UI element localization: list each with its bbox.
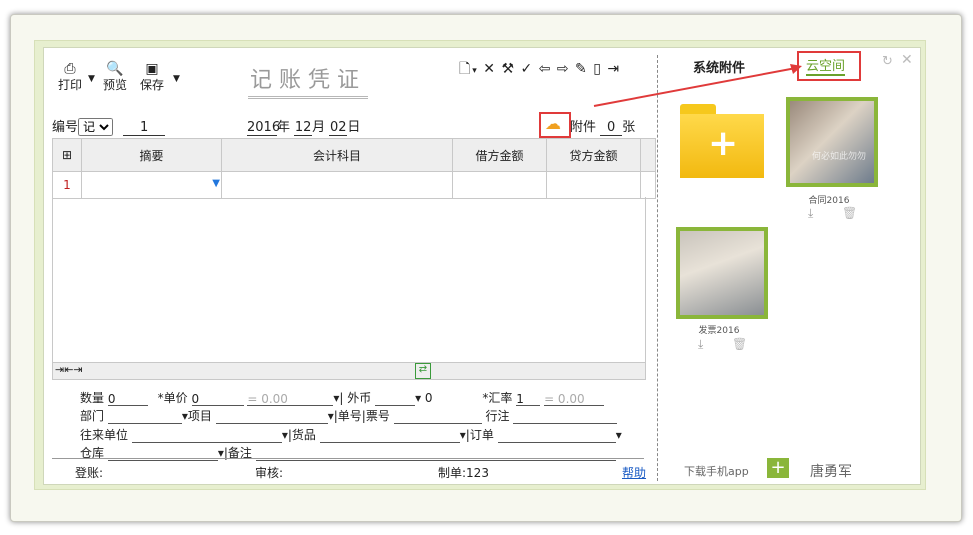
voucher-type-select[interactable]: 记 [78, 118, 114, 136]
close-icon[interactable]: ✕ [901, 52, 913, 68]
refresh-icon[interactable]: ↻ [882, 54, 893, 69]
qty-field[interactable]: 0 [107, 392, 148, 406]
preview-button[interactable]: 🔍 预览 [103, 62, 127, 92]
detail-row-2: 部门 ▾项目 ▾|单号|票号 行注 [80, 407, 618, 424]
tab-system-attachments[interactable]: 系统附件 [693, 57, 745, 76]
trash-icon[interactable]: 🗑 [732, 337, 747, 351]
price-field[interactable]: 0 [191, 392, 244, 406]
print-button[interactable]: ⎙ 打印 [58, 62, 82, 92]
column-header: 借方金额 [452, 138, 547, 172]
swap-icon[interactable]: ⇄ [415, 363, 431, 379]
table-row: 1 ▼ [52, 171, 656, 199]
note-field[interactable] [513, 410, 618, 424]
insert-row-icon[interactable]: ⊞ [52, 138, 82, 172]
day-field[interactable]: 02 [329, 120, 348, 136]
goods-select[interactable] [319, 429, 460, 443]
printer-icon: ⎙ [64, 61, 76, 77]
summary-cell[interactable]: ▼ [81, 171, 222, 199]
floppy-icon: ▣ [145, 61, 159, 77]
post-label: 登账: [75, 466, 104, 480]
table-header-row: ⊞ 摘要 会计科目 借方金额 贷方金额 [52, 138, 656, 172]
currency-select[interactable] [375, 392, 416, 406]
tools-icon[interactable]: ⚒ [501, 61, 514, 77]
review-label: 审核: [255, 466, 284, 480]
cloud-icon: ☁ [545, 114, 561, 133]
partner-select[interactable] [131, 429, 282, 443]
column-header: 贷方金额 [546, 138, 641, 172]
save-button[interactable]: ▣ 保存 [140, 62, 164, 92]
account-cell[interactable] [221, 171, 453, 199]
debit-cell[interactable] [452, 171, 547, 199]
voucher-number-row: 编号记 1 [52, 116, 166, 136]
add-button[interactable]: + [767, 458, 789, 478]
table-total-row: ⇥⇤⇥ ⇄ [52, 362, 646, 380]
new-folder-button[interactable]: + [680, 104, 764, 178]
amount-field: = 0.00 [247, 392, 334, 406]
delete-icon[interactable]: ✕ [483, 61, 495, 77]
column-header: 会计科目 [221, 138, 453, 172]
voucher-table: ⊞ 摘要 会计科目 借方金额 贷方金额 1 ▼ [52, 138, 656, 199]
tab-cloud-space[interactable]: 云空间 [806, 55, 846, 76]
plus-icon: + [708, 123, 739, 164]
column-header: 摘要 [81, 138, 222, 172]
arrow-left-icon[interactable]: ⇦ [539, 61, 551, 77]
credit-cell[interactable] [546, 171, 641, 199]
ticket-field[interactable] [393, 410, 482, 424]
table-body-empty [52, 197, 646, 362]
edit-icon[interactable]: ✎ [575, 61, 587, 77]
rate-amount: = 0.00 [544, 392, 605, 406]
download-app-link[interactable]: 下载手机app [684, 463, 749, 479]
download-icon[interactable]: ⤓ [698, 337, 703, 352]
file-name: 合同2016 [808, 196, 850, 206]
detail-row-1: 数量 0 *单价 0 = 0.00 ▾| 外币 ▾ 0 *汇率 1 = 0.00 [80, 389, 605, 406]
row-insert-icons[interactable]: ⇥⇤⇥ [55, 363, 83, 376]
year-field[interactable]: 2016 [247, 120, 280, 136]
month-field[interactable]: 12 [294, 120, 313, 136]
rate-field[interactable]: 1 [516, 392, 541, 406]
summary-dropdown-icon[interactable]: ▼ [212, 178, 220, 189]
divider [52, 458, 644, 459]
attachment-count: 附件 0张 [570, 120, 636, 136]
detail-row-3: 往来单位 ▾|货品 ▾|订单 ▾ [80, 428, 622, 443]
maker-label: 制单:123 [438, 466, 489, 480]
help-link[interactable]: 帮助 [622, 464, 646, 481]
file-thumbnail[interactable] [676, 227, 768, 319]
row-index: 1 [52, 171, 82, 199]
save-dropdown-icon[interactable]: ▼ [173, 74, 180, 84]
dept-select[interactable] [107, 410, 182, 424]
sidebar-divider [657, 55, 658, 481]
voucher-number-field[interactable]: 1 [123, 120, 166, 136]
cloud-attach-button[interactable]: ☁ [539, 112, 571, 138]
attach-count-field[interactable]: 0 [600, 120, 623, 136]
date-row: 2016年 12月 02日 [247, 120, 361, 136]
plus-icon: + [770, 457, 786, 478]
new-dropdown-icon[interactable]: ▾ [472, 66, 477, 76]
arrow-right-icon[interactable]: ⇨ [557, 61, 569, 77]
trash-icon[interactable]: 🗑 [842, 206, 857, 220]
check-icon[interactable]: ✓ [520, 61, 532, 77]
preview-icon: 🔍 [106, 61, 124, 77]
download-icon[interactable]: ⤓ [808, 206, 813, 221]
new-doc-icon[interactable]: 🗋 [459, 61, 470, 77]
order-select[interactable] [497, 429, 616, 443]
project-select[interactable] [215, 410, 328, 424]
user-name: 唐勇军 [810, 464, 852, 480]
file-name: 发票2016 [698, 326, 740, 336]
print-dropdown-icon[interactable]: ▼ [88, 74, 95, 84]
file-thumbnail[interactable]: 何必如此勿勿 [786, 97, 878, 187]
voucher-title: 记账凭证 [248, 66, 369, 99]
